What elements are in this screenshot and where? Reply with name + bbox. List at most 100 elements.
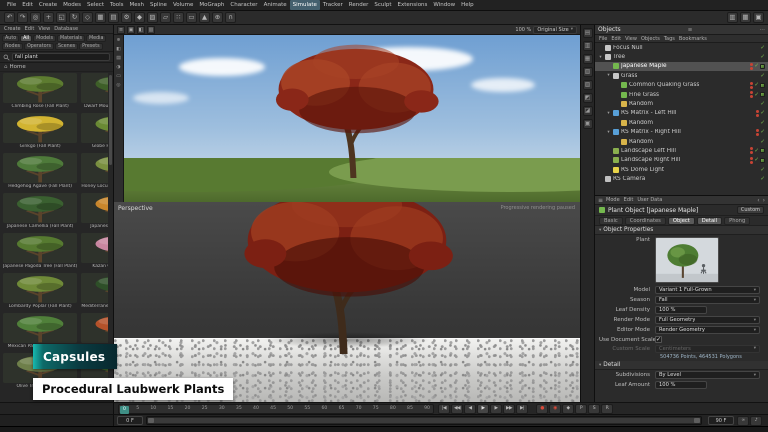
range-handle-start[interactable]: [148, 418, 154, 423]
perspective-viewport[interactable]: Perspective Progressive rendering paused: [114, 202, 580, 402]
menu-mograph[interactable]: MoGraph: [196, 0, 227, 10]
channels-icon[interactable]: ◧: [115, 46, 122, 53]
enabled-check-icon[interactable]: ✓: [760, 167, 765, 173]
object-row-fine-grass[interactable]: Fine Grass✓: [595, 90, 768, 99]
asset-menu-database[interactable]: Database: [54, 26, 78, 32]
polygons-mode-icon[interactable]: ▲: [199, 12, 210, 23]
visibility-dot-editor[interactable]: [750, 147, 753, 150]
menu-extensions[interactable]: Extensions: [395, 0, 431, 10]
record-button[interactable]: ●: [536, 404, 548, 414]
objects-menu-bookmarks[interactable]: Bookmarks: [679, 36, 707, 42]
layout-single-icon[interactable]: ▣: [753, 12, 764, 23]
loop-icon[interactable]: ∞: [737, 416, 749, 426]
filter-tab-all[interactable]: All: [20, 35, 32, 42]
hamburger-menu-icon[interactable]: ≡: [688, 27, 693, 33]
render-view-icon[interactable]: ▦: [95, 12, 106, 23]
visibility-dot-editor[interactable]: [750, 82, 753, 85]
more-options-icon[interactable]: ⋯: [760, 27, 766, 33]
enabled-check-icon[interactable]: ✓: [754, 157, 759, 163]
attr-tab-detail[interactable]: Detail: [697, 217, 722, 225]
enabled-check-icon[interactable]: ✓: [760, 54, 765, 60]
asset-item[interactable]: Climbing Rose (Fall Plant): [2, 72, 78, 110]
menu-render[interactable]: Render: [346, 0, 372, 10]
visibility-dot-render[interactable]: [750, 151, 753, 154]
rotate-tool-icon[interactable]: ↻: [69, 12, 80, 23]
attr-tab-coordinates[interactable]: Coordinates: [625, 217, 666, 225]
menu-create[interactable]: Create: [36, 0, 60, 10]
range-end-field[interactable]: 90 F: [708, 416, 734, 425]
history-back-icon[interactable]: ‹: [757, 197, 759, 204]
region-icon[interactable]: ▭: [115, 73, 122, 80]
visibility-dot-editor[interactable]: [750, 157, 753, 160]
enabled-check-icon[interactable]: ✓: [760, 73, 765, 79]
edges-mode-icon[interactable]: ▭: [186, 12, 197, 23]
zoom-level-field[interactable]: 100 %: [515, 27, 531, 33]
attr-tab-basic[interactable]: Basic: [599, 217, 623, 225]
leaf-density-field[interactable]: 100 %: [655, 306, 707, 314]
navigation-icon[interactable]: ⊕: [115, 37, 122, 44]
enabled-check-icon[interactable]: ✓: [760, 45, 765, 51]
history-forward-icon[interactable]: ›: [763, 197, 765, 204]
visibility-dot-render[interactable]: [750, 161, 753, 164]
visibility-dot-render[interactable]: [756, 133, 759, 136]
subdivisions-dropdown[interactable]: By Level▾: [655, 371, 760, 379]
axis-mode-icon[interactable]: ⊕: [212, 12, 223, 23]
material-tag-icon[interactable]: [760, 92, 765, 97]
menu-modes[interactable]: Modes: [60, 0, 84, 10]
objects-menu-tags[interactable]: Tags: [664, 36, 675, 42]
asset-item[interactable]: Globe Robinia (Fall Plant): [80, 112, 108, 150]
enabled-check-icon[interactable]: ✓: [760, 101, 765, 107]
range-slider[interactable]: [146, 416, 702, 425]
timeline-ruler[interactable]: 0 051015202530354045505560657075808590: [118, 404, 434, 414]
filter-tab-scenes[interactable]: Scenes: [55, 43, 78, 50]
playhead[interactable]: 0: [120, 406, 129, 414]
object-row-rs-matrix-right-hill[interactable]: ▾RS Matrix - Right Hill✓: [595, 128, 768, 137]
plant-preview-image[interactable]: [655, 237, 719, 283]
season-dropdown[interactable]: Fall▾: [655, 296, 760, 304]
color-picker-icon[interactable]: ◑: [115, 64, 122, 71]
material-tag-icon[interactable]: [760, 148, 765, 153]
render-picture-viewer-icon[interactable]: ▤: [108, 12, 119, 23]
histogram-icon[interactable]: ▥: [147, 26, 155, 34]
asset-item[interactable]: Ginkgo (Fall Plant): [2, 112, 78, 150]
menu-file[interactable]: File: [4, 0, 19, 10]
menu-tracker[interactable]: Tracker: [320, 0, 346, 10]
enabled-check-icon[interactable]: ✓: [754, 82, 759, 88]
object-row-japanese-maple[interactable]: Japanese Maple✓: [595, 62, 768, 71]
object-row-random[interactable]: Random✓: [595, 118, 768, 127]
object-row-common-quaking-grass[interactable]: Common Quaking Grass✓: [595, 81, 768, 90]
asset-item[interactable]: Japanese Larch (Fall Plant): [80, 192, 108, 230]
filter-tab-operators[interactable]: Operators: [24, 43, 54, 50]
expand-arrow-icon[interactable]: ▾: [606, 73, 611, 78]
go-to-end-button[interactable]: ▶|: [516, 404, 528, 414]
asset-menu-edit[interactable]: Edit: [25, 26, 35, 32]
snap-icon[interactable]: ∩: [225, 12, 236, 23]
enabled-check-icon[interactable]: ✓: [754, 92, 759, 98]
attr-tab-object[interactable]: Object: [668, 217, 695, 225]
expand-arrow-icon[interactable]: ▾: [606, 111, 611, 116]
object-properties-section-header[interactable]: ▾ Object Properties: [595, 226, 768, 235]
enabled-check-icon[interactable]: ✓: [760, 176, 765, 182]
material-manager-icon[interactable]: ◩: [583, 93, 593, 103]
enabled-check-icon[interactable]: ✓: [760, 110, 765, 116]
rotation-key-toggle[interactable]: R: [601, 404, 613, 414]
objects-menu-view[interactable]: View: [625, 36, 637, 42]
use-document-scale-checkbox[interactable]: ✓: [655, 336, 662, 343]
visibility-dot-render[interactable]: [750, 86, 753, 89]
asset-item[interactable]: Japanese Camellia (Fall Plant): [2, 192, 78, 230]
autokey-button[interactable]: ◉: [549, 404, 561, 414]
filter-tab-nodes[interactable]: Nodes: [2, 43, 23, 50]
menu-help[interactable]: Help: [458, 0, 477, 10]
filter-tab-models[interactable]: Models: [33, 35, 56, 42]
attr-menu-mode[interactable]: Mode: [606, 197, 620, 203]
asset-item[interactable]: Honey Locust Sunburst (Fall Plant): [80, 152, 108, 190]
visibility-dot-render[interactable]: [756, 114, 759, 117]
custom-button[interactable]: Custom: [737, 206, 764, 214]
enabled-check-icon[interactable]: ✓: [754, 148, 759, 154]
info-icon[interactable]: ◎: [115, 82, 122, 89]
range-handle-end[interactable]: [694, 418, 700, 423]
sound-icon[interactable]: ♪: [750, 416, 762, 426]
enabled-check-icon[interactable]: ✓: [760, 139, 765, 145]
viewport-camera-label[interactable]: Perspective: [118, 205, 153, 212]
object-row-rs-matrix-left-hill[interactable]: ▾RS Matrix - Left Hill✓: [595, 109, 768, 118]
